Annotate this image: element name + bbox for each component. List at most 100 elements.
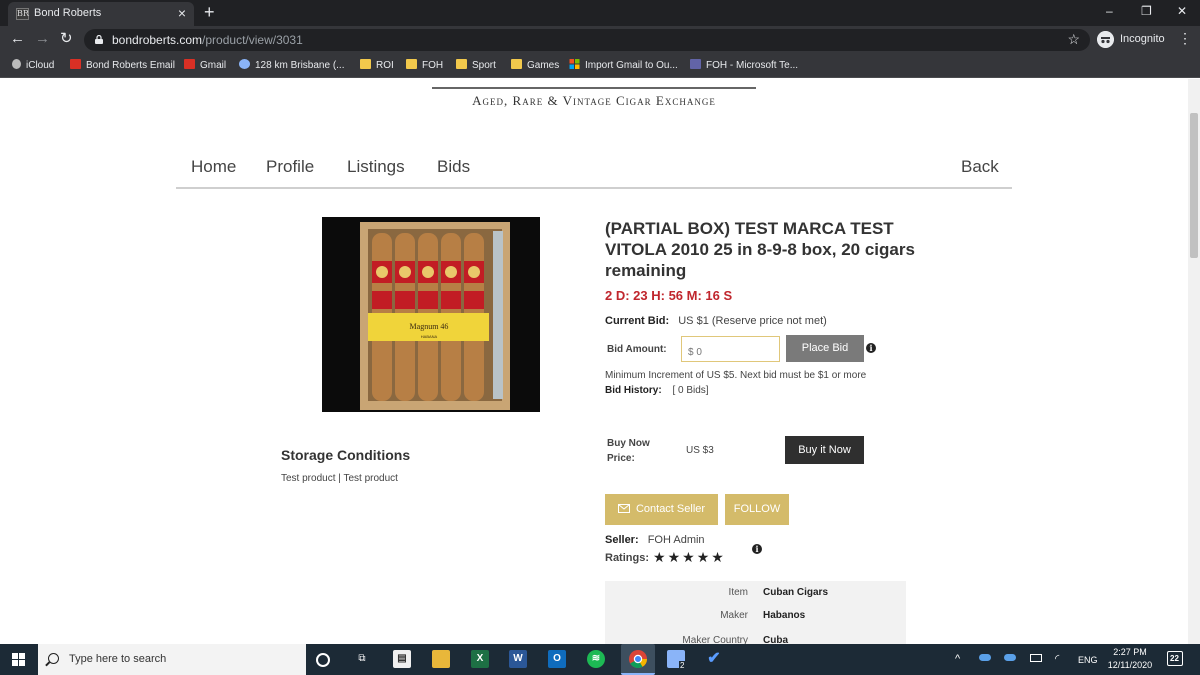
site-navigation: Home Profile Listings Bids Back	[176, 147, 1012, 189]
bid-history-link[interactable]: [ 0 Bids]	[672, 385, 708, 396]
folder-icon	[456, 59, 467, 69]
url-path: /product/view/3031	[202, 33, 303, 47]
minimum-increment-text: Minimum Increment of US $5. Next bid mus…	[605, 370, 867, 381]
system-clock[interactable]: 2:27 PM 12/11/2020	[1104, 647, 1156, 670]
nav-bids[interactable]: Bids	[437, 157, 470, 177]
language-indicator[interactable]: ENG	[1078, 655, 1098, 665]
bookmark-item[interactable]: Import Gmail to Ou...	[569, 59, 678, 71]
network-icon[interactable]: ◜	[1055, 652, 1059, 665]
bookmark-item[interactable]: FOH - Microsoft Te...	[690, 59, 798, 71]
bookmark-label: Sport	[472, 60, 496, 71]
bid-amount-label: Bid Amount:	[607, 344, 667, 355]
page-scrollbar[interactable]	[1188, 79, 1200, 644]
forward-arrow-icon[interactable]: →	[35, 31, 50, 47]
gmail-icon	[70, 59, 81, 69]
bookmark-item[interactable]: 128 km Brisbane (...	[239, 59, 344, 71]
site-tagline: Aged, Rare & Vintage Cigar Exchange	[472, 93, 716, 108]
cortana-icon[interactable]	[316, 653, 330, 667]
buy-it-now-button[interactable]: Buy it Now	[785, 436, 864, 464]
address-bar[interactable]: bondroberts.com/product/view/3031 ☆	[84, 29, 1090, 51]
window-count-badge: 2	[679, 661, 686, 670]
word-icon[interactable]: W	[509, 650, 527, 668]
info-icon[interactable]: i	[866, 343, 876, 353]
place-bid-button[interactable]: Place Bid	[786, 335, 864, 362]
url-text: bondroberts.com/product/view/3031	[112, 33, 303, 47]
folder-icon	[406, 59, 417, 69]
browser-toolbar: ← → ↻ bondroberts.com/product/view/3031 …	[0, 26, 1200, 54]
bookmark-item[interactable]: Bond Roberts Email	[70, 59, 175, 71]
minimize-icon[interactable]: –	[1106, 4, 1113, 18]
star-icon: ★	[667, 549, 683, 565]
storage-conditions-heading: Storage Conditions	[281, 447, 411, 463]
nav-home[interactable]: Home	[191, 157, 236, 177]
seller-name-link[interactable]: FOH Admin	[648, 534, 705, 546]
spec-value: Cuban Cigars	[763, 587, 829, 598]
excel-icon[interactable]: X	[471, 650, 489, 668]
file-explorer-icon[interactable]	[432, 650, 450, 668]
table-row: Item Cuban Cigars	[605, 587, 906, 607]
tab-close-icon[interactable]: ×	[178, 5, 186, 21]
reload-icon[interactable]: ↻	[60, 31, 73, 47]
browser-tab-bar: BR Bond Roberts × + – ❐ ✕	[0, 0, 1200, 26]
todo-check-icon[interactable]: ✔	[705, 650, 723, 668]
cigar-band-sublabel: HABANA	[421, 334, 438, 339]
nav-profile[interactable]: Profile	[266, 157, 314, 177]
contact-seller-button[interactable]: Contact Seller	[605, 494, 718, 525]
bookmark-label: FOH - Microsoft Te...	[706, 60, 799, 71]
ratings-info-icon[interactable]: i	[752, 544, 762, 554]
bookmark-folder[interactable]: Games	[511, 59, 559, 71]
bookmark-label: Games	[527, 60, 560, 71]
table-row: Maker Country Cuba	[605, 635, 906, 644]
restore-icon[interactable]: ❐	[1141, 4, 1152, 18]
folder-icon	[360, 59, 371, 69]
current-bid-label: Current Bid:	[605, 315, 670, 327]
browser-tab[interactable]: BR Bond Roberts ×	[8, 2, 194, 26]
rating-stars: ★★★★★	[653, 549, 726, 566]
microsoft-icon	[569, 59, 580, 69]
tray-expand-icon[interactable]: ^	[955, 653, 960, 665]
bookmark-folder[interactable]: FOH	[406, 59, 443, 71]
bid-history-row: Bid History: [ 0 Bids]	[605, 385, 709, 396]
web-page: Aged, Rare & Vintage Cigar Exchange Home…	[0, 79, 1188, 644]
onedrive-business-icon[interactable]	[1004, 654, 1016, 661]
bookmark-star-icon[interactable]: ☆	[1067, 31, 1080, 48]
bookmark-label: FOH	[422, 60, 444, 71]
browser-menu-icon[interactable]: ⋮	[1178, 30, 1192, 47]
nav-back[interactable]: Back	[961, 157, 999, 177]
product-image[interactable]: Magnum 46 HABANA	[322, 217, 540, 412]
logo-divider	[432, 87, 756, 89]
taskbar-search-box[interactable]: Type here to search	[38, 644, 306, 675]
bid-amount-input[interactable]	[681, 336, 780, 362]
store-icon[interactable]: ▤	[393, 650, 411, 668]
auction-countdown: 2 D: 23 H: 56 M: 16 S	[605, 288, 733, 303]
nav-listings[interactable]: Listings	[347, 157, 405, 177]
window-close-icon[interactable]: ✕	[1177, 4, 1187, 18]
cigar-band-label: Magnum 46	[410, 322, 449, 331]
task-view-icon[interactable]: ⧉	[353, 650, 371, 668]
notification-center-icon[interactable]: 22	[1167, 651, 1183, 666]
chrome-icon	[629, 650, 647, 669]
windows-start-icon[interactable]	[12, 653, 25, 666]
bookmark-item[interactable]: Gmail	[184, 59, 226, 71]
tab-title: Bond Roberts	[34, 7, 102, 19]
taskbar-search-placeholder: Type here to search	[69, 653, 167, 665]
current-bid-row: Current Bid: US $1 (Reserve price not me…	[605, 315, 827, 327]
clock-time: 2:27 PM	[1113, 647, 1147, 657]
windows-taskbar: Type here to search ⧉ ▤ X W O ≋ 2 ✔ ^ ◜ …	[0, 644, 1200, 675]
bookmark-folder[interactable]: Sport	[456, 59, 496, 71]
seller-row: Seller: FOH Admin	[605, 534, 705, 546]
bookmark-folder[interactable]: ROI	[360, 59, 394, 71]
bookmark-item[interactable]: iCloud	[12, 59, 54, 71]
follow-button[interactable]: FOLLOW	[725, 494, 789, 525]
spec-value: Cuba	[763, 635, 788, 644]
battery-icon[interactable]	[1030, 654, 1042, 662]
back-arrow-icon[interactable]: ←	[10, 31, 25, 47]
scrollbar-thumb[interactable]	[1190, 113, 1198, 258]
chrome-taskbar-button[interactable]	[621, 644, 655, 675]
outlook-icon[interactable]: O	[548, 650, 566, 668]
contact-seller-label: Contact Seller	[635, 503, 706, 515]
spotify-icon[interactable]: ≋	[587, 650, 605, 668]
buy-now-label-line: Price:	[607, 453, 635, 464]
onedrive-icon[interactable]	[979, 654, 991, 661]
new-tab-icon[interactable]: +	[204, 3, 215, 21]
